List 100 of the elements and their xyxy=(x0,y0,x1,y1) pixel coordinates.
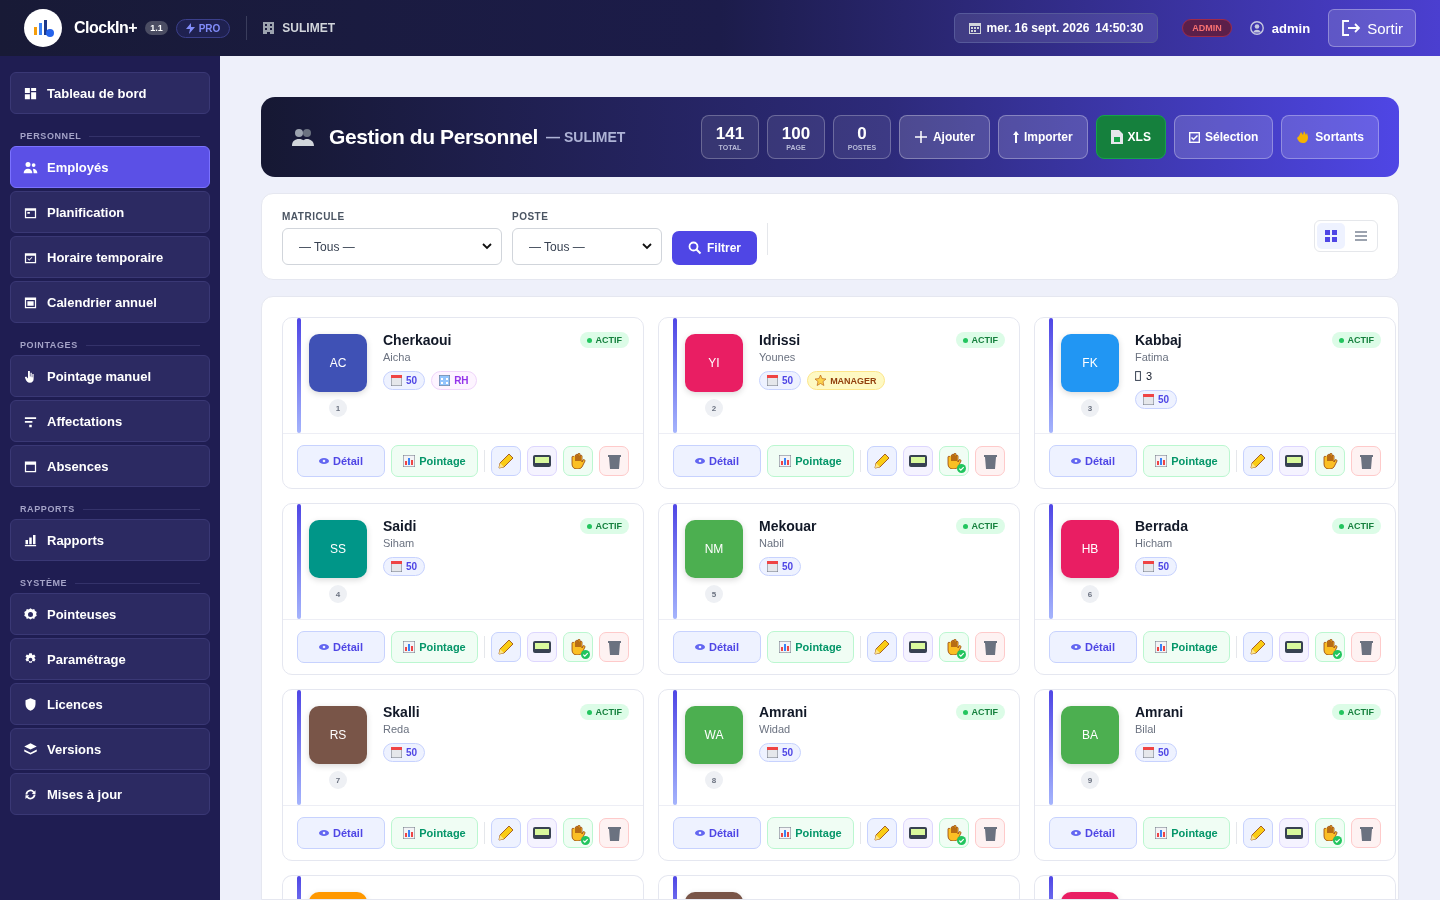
delete-button[interactable] xyxy=(1351,446,1381,476)
clock-in-button[interactable] xyxy=(939,632,969,662)
sidebar-item[interactable]: Tableau de bord xyxy=(10,72,210,114)
pointage-button[interactable]: Pointage xyxy=(1143,817,1230,849)
sidebar-item[interactable]: Pointeuses xyxy=(10,593,210,635)
clock-in-button[interactable] xyxy=(1315,818,1345,848)
delete-button[interactable] xyxy=(975,632,1005,662)
terminal-button[interactable] xyxy=(1279,446,1309,476)
manager-tag: MANAGER xyxy=(807,371,885,390)
pointage-button[interactable]: Pointage xyxy=(391,445,478,477)
clock-in-button[interactable] xyxy=(1315,632,1345,662)
status-badge: ACTIF xyxy=(1331,704,1381,720)
terminal-button[interactable] xyxy=(527,446,557,476)
detail-button[interactable]: Détail xyxy=(297,631,385,663)
edit-button[interactable] xyxy=(1243,818,1273,848)
sidebar-item[interactable]: Versions xyxy=(10,728,210,770)
terminal-button[interactable] xyxy=(1279,632,1309,662)
detail-button[interactable]: Détail xyxy=(1049,631,1137,663)
detail-button[interactable]: Détail xyxy=(673,445,761,477)
sidebar-item[interactable]: Licences xyxy=(10,683,210,725)
check-badge-icon xyxy=(581,650,590,659)
sidebar-item[interactable]: Pointage manuel xyxy=(10,355,210,397)
spreadsheet-file-icon xyxy=(1110,130,1123,144)
clock-in-button[interactable] xyxy=(939,818,969,848)
sidebar-item[interactable]: Mises à jour xyxy=(10,773,210,815)
sidebar-item[interactable]: Rapports xyxy=(10,519,210,561)
employee-first-name: Reda xyxy=(383,723,410,735)
filter-button[interactable]: Filtrer xyxy=(672,231,757,265)
edit-button[interactable] xyxy=(491,632,521,662)
grid-icon xyxy=(1325,229,1337,242)
check-badge-icon xyxy=(957,836,966,845)
stat-value: 141 xyxy=(715,123,745,144)
delete-button[interactable] xyxy=(975,446,1005,476)
stat-value: 100 xyxy=(781,123,811,144)
detail-button[interactable]: Détail xyxy=(673,817,761,849)
status-badge: ACTIF xyxy=(955,332,1005,348)
leaving-button[interactable]: Sortants xyxy=(1281,115,1379,159)
edit-button[interactable] xyxy=(1243,632,1273,662)
terminal-button[interactable] xyxy=(527,632,557,662)
pager-icon xyxy=(909,641,927,653)
layers-icon xyxy=(23,741,38,757)
detail-button[interactable]: Détail xyxy=(1049,445,1137,477)
sidebar-item[interactable]: Planification xyxy=(10,191,210,233)
user-name[interactable]: admin xyxy=(1271,20,1311,36)
eye-icon xyxy=(695,458,705,464)
pager-icon xyxy=(533,827,551,839)
date-text: mer. 16 sept. 2026 xyxy=(986,21,1090,35)
delete-button[interactable] xyxy=(975,818,1005,848)
pencil-icon xyxy=(1250,825,1266,841)
sidebar-item[interactable]: Paramétrage xyxy=(10,638,210,680)
clock-in-button[interactable] xyxy=(1315,446,1345,476)
edit-button[interactable] xyxy=(491,818,521,848)
terminal-button[interactable] xyxy=(903,446,933,476)
detail-button[interactable]: Détail xyxy=(297,817,385,849)
delete-button[interactable] xyxy=(599,818,629,848)
clock-in-button[interactable] xyxy=(563,632,593,662)
import-button[interactable]: Importer xyxy=(997,115,1088,159)
select-field[interactable]: — Tous — xyxy=(512,228,662,265)
settings-icon xyxy=(23,606,38,622)
edit-button[interactable] xyxy=(867,632,897,662)
pointage-button[interactable]: Pointage xyxy=(767,631,854,663)
detail-button[interactable]: Détail xyxy=(1049,817,1137,849)
delete-button[interactable] xyxy=(599,632,629,662)
pointage-button[interactable]: Pointage xyxy=(391,631,478,663)
pointage-button[interactable]: Pointage xyxy=(767,445,854,477)
sidebar-item[interactable]: Calendrier annuel xyxy=(10,281,210,323)
xls-button[interactable]: XLS xyxy=(1095,115,1166,159)
clock-in-button[interactable] xyxy=(563,446,593,476)
sidebar-item[interactable]: Employés xyxy=(10,146,210,188)
edit-button[interactable] xyxy=(1243,446,1273,476)
delete-button[interactable] xyxy=(599,446,629,476)
terminal-button[interactable] xyxy=(1279,818,1309,848)
pointage-button[interactable]: Pointage xyxy=(1143,445,1230,477)
delete-button[interactable] xyxy=(1351,818,1381,848)
pointage-button[interactable]: Pointage xyxy=(767,817,854,849)
add-button[interactable]: Ajouter xyxy=(898,115,990,159)
eye-icon xyxy=(319,644,329,650)
logout-button[interactable]: Sortir xyxy=(1328,9,1416,47)
edit-button[interactable] xyxy=(491,446,521,476)
sidebar-item[interactable]: Affectations xyxy=(10,400,210,442)
sidebar-item[interactable]: Horaire temporaire xyxy=(10,236,210,278)
terminal-button[interactable] xyxy=(903,818,933,848)
sidebar-item[interactable]: Absences xyxy=(10,445,210,487)
detail-button[interactable]: Détail xyxy=(673,631,761,663)
detail-button[interactable]: Détail xyxy=(297,445,385,477)
pointage-button[interactable]: Pointage xyxy=(1143,631,1230,663)
status-badge: ACTIF xyxy=(579,704,629,720)
delete-button[interactable] xyxy=(1351,632,1381,662)
clock-in-button[interactable] xyxy=(563,818,593,848)
edit-button[interactable] xyxy=(867,446,897,476)
edit-button[interactable] xyxy=(867,818,897,848)
clock-in-button[interactable] xyxy=(939,446,969,476)
shield-icon xyxy=(23,696,38,712)
pointage-button[interactable]: Pointage xyxy=(391,817,478,849)
terminal-button[interactable] xyxy=(527,818,557,848)
terminal-button[interactable] xyxy=(903,632,933,662)
bar-chart-icon xyxy=(779,455,792,467)
select-field[interactable]: — Tous — xyxy=(282,228,502,265)
select-button[interactable]: Sélection xyxy=(1173,115,1274,159)
grid-view-button[interactable] xyxy=(1317,222,1345,249)
